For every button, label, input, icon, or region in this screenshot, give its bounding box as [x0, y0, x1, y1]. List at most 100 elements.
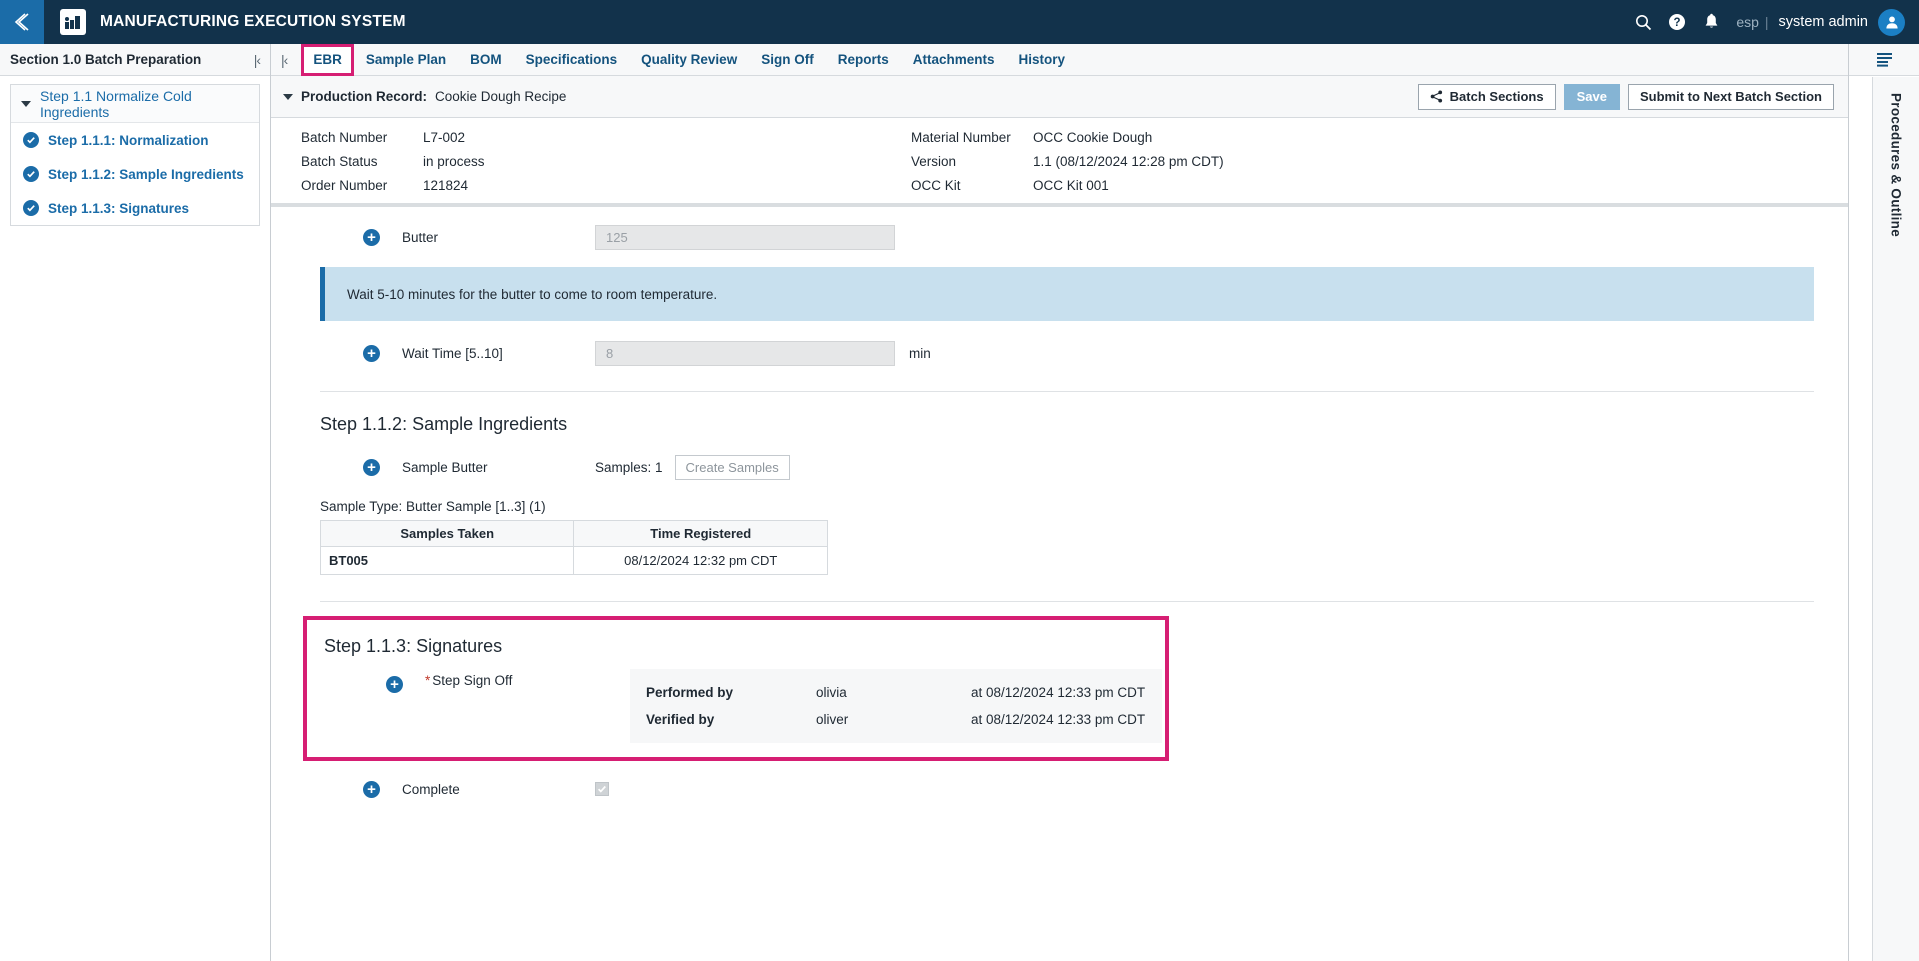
username-label[interactable]: system admin	[1779, 14, 1868, 30]
tabbar-collapse-button[interactable]: |‹	[281, 52, 288, 68]
batch-sections-label: Batch Sections	[1449, 89, 1544, 104]
user-avatar-icon	[1885, 16, 1898, 29]
sidebar-item-label: Step 1.1.3: Signatures	[48, 200, 190, 216]
signature-row: Verified by oliver at 08/12/2024 12:33 p…	[630, 706, 1162, 733]
meta-row: Order Number 121824	[301, 178, 911, 193]
meta-key: Batch Status	[301, 154, 378, 169]
meta-key: Material Number	[911, 130, 1011, 145]
sidebar-item-step-1-1-1[interactable]: Step 1.1.1: Normalization	[11, 123, 259, 157]
meta-row: Material Number OCC Cookie Dough	[911, 130, 1224, 145]
outline-menu-icon	[1876, 53, 1892, 67]
tree-parent-step-1-1[interactable]: Step 1.1 Normalize Cold Ingredients	[11, 85, 259, 123]
signature-time: at 08/12/2024 12:33 pm CDT	[971, 685, 1146, 700]
meta-value: OCC Kit 001	[1033, 178, 1109, 193]
check-circle-icon	[23, 200, 39, 216]
sample-time: 08/12/2024 12:32 pm CDT	[573, 546, 828, 575]
sidebar-item-label: Step 1.1.1: Normalization	[48, 132, 209, 148]
step-113-highlight: Step 1.1.3: Signatures *Step Sign Off Pe…	[303, 616, 1169, 761]
batch-meta: Batch Number L7-002 Batch Status in proc…	[271, 118, 1848, 207]
meta-value: 1.1 (08/12/2024 12:28 pm CDT)	[1033, 154, 1224, 169]
samples-table: Samples Taken Time Registered BT005 08/1…	[319, 520, 828, 575]
share-icon	[1430, 90, 1442, 103]
meta-column-left: Batch Number L7-002 Batch Status in proc…	[271, 130, 911, 193]
tab-ebr[interactable]: EBR	[301, 43, 354, 76]
caret-down-icon	[21, 100, 31, 107]
signature-user: oliver	[816, 712, 849, 727]
submit-next-batch-section-button[interactable]: Submit to Next Batch Section	[1627, 83, 1834, 110]
meta-key: Order Number	[301, 178, 388, 193]
tab-bom[interactable]: BOM	[458, 44, 514, 76]
step-sign-off-row: *Step Sign Off Performed by olivia at 08…	[307, 669, 1165, 743]
help-circle-icon[interactable]: ?	[1660, 0, 1694, 44]
plus-circle-icon[interactable]	[363, 228, 380, 246]
sidebar-item-step-1-1-3[interactable]: Step 1.1.3: Signatures	[11, 191, 259, 225]
procedures-outline-panel[interactable]: Procedures & Outline	[1872, 77, 1919, 961]
sign-off-text: Step Sign Off	[432, 673, 513, 688]
caret-down-icon[interactable]	[283, 93, 293, 100]
record-body: Butter 125 Wait 5-10 minutes for the but…	[271, 207, 1848, 961]
step-113-title: Step 1.1.3: Signatures	[324, 636, 503, 656]
plus-circle-icon[interactable]	[363, 458, 380, 476]
language-selector[interactable]: esp	[1736, 14, 1759, 30]
batch-sections-button[interactable]: Batch Sections	[1417, 83, 1556, 110]
avatar[interactable]	[1878, 8, 1905, 36]
tree-parent-label: Step 1.1 Normalize Cold Ingredients	[40, 87, 192, 120]
tab-history[interactable]: History	[1006, 44, 1077, 76]
section-title: Section 1.0 Batch Preparation	[10, 52, 202, 67]
required-marker: *	[425, 673, 431, 688]
production-record-value: Cookie Dough Recipe	[435, 89, 567, 104]
bell-icon[interactable]	[1694, 0, 1728, 44]
production-record-bar: Production Record: Cookie Dough Recipe B…	[271, 76, 1848, 118]
tab-reports[interactable]: Reports	[826, 44, 901, 76]
meta-value: 121824	[423, 178, 469, 193]
field-complete: Complete	[301, 767, 1814, 811]
tab-sign-off[interactable]: Sign Off	[749, 44, 826, 76]
save-button[interactable]: Save	[1563, 83, 1620, 110]
meta-row: OCC Kit OCC Kit 001	[911, 178, 1224, 193]
field-unit: min	[909, 345, 931, 361]
plus-circle-icon[interactable]	[363, 780, 380, 798]
chevron-left-icon	[14, 13, 29, 31]
plus-circle-icon[interactable]	[386, 676, 403, 693]
butter-input[interactable]: 125	[595, 224, 895, 250]
signature-role: Performed by	[646, 685, 734, 700]
column-samples-taken: Samples Taken	[319, 520, 575, 547]
sample-type-label: Sample Type: Butter Sample [1..3] (1)	[320, 499, 546, 514]
search-icon[interactable]	[1626, 0, 1660, 44]
back-button[interactable]	[0, 0, 44, 44]
factory-icon	[60, 9, 86, 35]
sidebar-collapse-button[interactable]: |‹	[254, 52, 261, 68]
table-row: BT005 08/12/2024 12:32 pm CDT	[319, 546, 828, 575]
samples-count: Samples: 1	[595, 459, 663, 475]
wait-time-input[interactable]: 8	[595, 340, 895, 366]
tab-specifications[interactable]: Specifications	[514, 44, 630, 76]
sidebar-item-step-1-1-2[interactable]: Step 1.1.2: Sample Ingredients	[11, 157, 259, 191]
plus-circle-icon[interactable]	[363, 344, 380, 362]
signature-user: olivia	[816, 685, 847, 700]
tab-bar: |‹ EBR Sample Plan BOM Specifications Qu…	[271, 43, 1848, 76]
field-label: Sample Butter	[402, 459, 488, 475]
field-wait-time: Wait Time [5..10] 8 min	[301, 331, 1814, 375]
outline-toggle-button[interactable]	[1849, 44, 1919, 76]
tab-attachments[interactable]: Attachments	[901, 44, 1007, 76]
sign-off-label: * Step Sign Off	[425, 673, 630, 688]
svg-text:?: ?	[1674, 17, 1681, 29]
meta-column-right: Material Number OCC Cookie Dough Version…	[911, 130, 1224, 193]
create-samples-button[interactable]: Create Samples	[674, 454, 790, 480]
step-112-title: Step 1.1.2: Sample Ingredients	[320, 414, 568, 434]
meta-row: Batch Number L7-002	[301, 130, 911, 145]
meta-value: L7-002	[423, 130, 466, 145]
meta-row: Batch Status in process	[301, 154, 911, 169]
column-time-registered: Time Registered	[573, 520, 828, 547]
sample-link[interactable]: BT005	[319, 546, 575, 575]
left-sidebar: Section 1.0 Batch Preparation |‹ Step 1.…	[0, 44, 271, 961]
signature-role: Verified by	[646, 712, 715, 727]
meta-row: Version 1.1 (08/12/2024 12:28 pm CDT)	[911, 154, 1224, 169]
meta-value: OCC Cookie Dough	[1033, 130, 1153, 145]
complete-checkbox[interactable]	[595, 782, 609, 796]
tab-quality-review[interactable]: Quality Review	[629, 44, 749, 76]
divider	[320, 601, 1814, 602]
tab-sample-plan[interactable]: Sample Plan	[354, 44, 458, 76]
check-circle-icon	[23, 132, 39, 148]
record-actions: Batch Sections Save Submit to Next Batch…	[1417, 83, 1834, 110]
